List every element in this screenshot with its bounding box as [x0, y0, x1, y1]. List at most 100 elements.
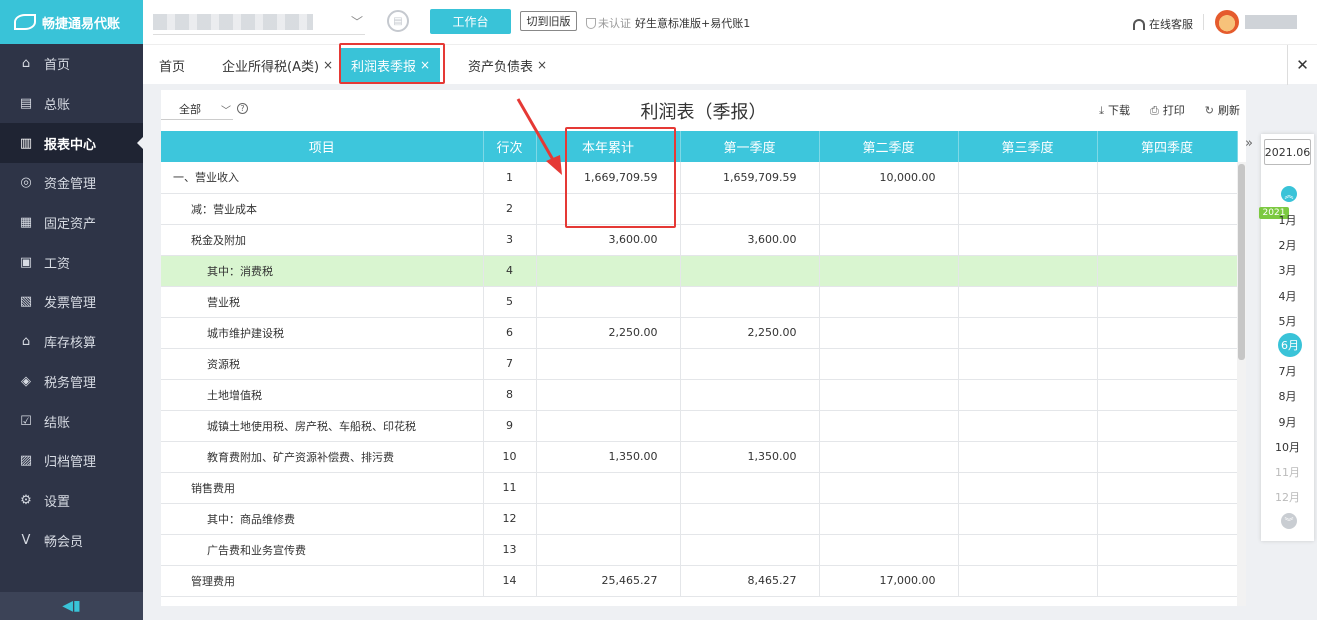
- cell-q1[interactable]: 1,659,709.59: [680, 162, 820, 194]
- cell-q3[interactable]: [958, 162, 1098, 194]
- cell-q4[interactable]: [1097, 534, 1238, 566]
- cell-q2[interactable]: [819, 255, 959, 287]
- user-name[interactable]: [1245, 15, 1297, 29]
- print-button[interactable]: ⎙ 打印: [1150, 102, 1185, 118]
- sidebar-item-5[interactable]: ▣ 工资: [0, 242, 143, 282]
- cell-q4[interactable]: [1097, 441, 1238, 473]
- sidebar-item-7[interactable]: ⌂ 库存核算: [0, 322, 143, 362]
- table-row[interactable]: 营业税 5: [161, 286, 1238, 318]
- online-support-link[interactable]: 在线客服: [1133, 16, 1193, 32]
- cell-q1[interactable]: [680, 255, 820, 287]
- sidebar-item-2[interactable]: ▥ 报表中心: [0, 123, 143, 164]
- cell-q4[interactable]: [1097, 317, 1238, 349]
- cell-q2[interactable]: [819, 379, 959, 411]
- period-select[interactable]: 2021.06: [1264, 139, 1311, 165]
- cell-q4[interactable]: [1097, 286, 1238, 318]
- table-row[interactable]: 其中：商品维修费 12: [161, 503, 1238, 535]
- month-item[interactable]: 3月: [1261, 262, 1314, 278]
- cell-q1[interactable]: [680, 472, 820, 504]
- cell-q3[interactable]: [958, 441, 1098, 473]
- table-row[interactable]: 广告费和业务宣传费 13: [161, 534, 1238, 566]
- month-item[interactable]: 7月: [1261, 363, 1314, 379]
- tab-income-tax[interactable]: 企业所得税(A类) ×: [222, 45, 333, 85]
- cell-q2[interactable]: [819, 317, 959, 349]
- cell-q2[interactable]: [819, 472, 959, 504]
- cell-q3[interactable]: [958, 286, 1098, 318]
- cell-q2[interactable]: [819, 193, 959, 225]
- sidebar-item-10[interactable]: ▨ 归档管理: [0, 441, 143, 481]
- cell-ytd[interactable]: [536, 472, 681, 504]
- cell-q3[interactable]: [958, 317, 1098, 349]
- cell-ytd[interactable]: [536, 348, 681, 380]
- table-row[interactable]: 城镇土地使用税、房产税、车船税、印花税 9: [161, 410, 1238, 442]
- cell-q4[interactable]: [1097, 379, 1238, 411]
- cell-q2[interactable]: [819, 503, 959, 535]
- app-logo[interactable]: 畅捷通易代账: [0, 0, 143, 44]
- switch-old-version-button[interactable]: 切到旧版: [520, 11, 577, 31]
- sidebar-collapse-button[interactable]: ◀▮: [0, 592, 143, 620]
- cell-q3[interactable]: [958, 193, 1098, 225]
- cell-q1[interactable]: 1,350.00: [680, 441, 820, 473]
- cell-q4[interactable]: [1097, 255, 1238, 287]
- cell-q1[interactable]: [680, 379, 820, 411]
- table-row[interactable]: 城市维护建设税 6 2,250.00 2,250.00: [161, 317, 1238, 349]
- cell-q2[interactable]: 17,000.00: [819, 565, 959, 597]
- table-row[interactable]: 税金及附加 3 3,600.00 3,600.00: [161, 224, 1238, 256]
- avatar[interactable]: [1215, 10, 1239, 34]
- close-all-tabs-button[interactable]: ✕: [1287, 45, 1317, 85]
- cell-ytd[interactable]: [536, 379, 681, 411]
- cell-ytd[interactable]: 3,600.00: [536, 224, 681, 256]
- close-icon[interactable]: ×: [323, 58, 333, 72]
- certification-status[interactable]: 未认证: [586, 15, 631, 31]
- table-row[interactable]: 管理费用 14 25,465.27 8,465.27 17,000.00: [161, 565, 1238, 597]
- close-icon[interactable]: ×: [420, 58, 430, 72]
- cell-ytd[interactable]: 25,465.27: [536, 565, 681, 597]
- cell-q4[interactable]: [1097, 565, 1238, 597]
- sidebar-item-3[interactable]: ◎ 资金管理: [0, 163, 143, 203]
- cell-q2[interactable]: [819, 534, 959, 566]
- month-item[interactable]: 8月: [1261, 388, 1314, 404]
- table-row[interactable]: 减：营业成本 2: [161, 193, 1238, 225]
- cell-q4[interactable]: [1097, 224, 1238, 256]
- cell-ytd[interactable]: [536, 286, 681, 318]
- cell-q4[interactable]: [1097, 162, 1238, 194]
- cell-q3[interactable]: [958, 379, 1098, 411]
- tab-home[interactable]: 首页: [159, 45, 185, 85]
- cell-q3[interactable]: [958, 472, 1098, 504]
- calendar-icon[interactable]: ▤: [387, 10, 409, 32]
- cell-q3[interactable]: [958, 503, 1098, 535]
- cell-q1[interactable]: [680, 534, 820, 566]
- table-row[interactable]: 销售费用 11: [161, 472, 1238, 504]
- cell-ytd[interactable]: 1,350.00: [536, 441, 681, 473]
- scrollbar-thumb[interactable]: [1238, 164, 1245, 360]
- cell-q3[interactable]: [958, 410, 1098, 442]
- table-row[interactable]: 土地增值税 8: [161, 379, 1238, 411]
- cell-ytd[interactable]: [536, 503, 681, 535]
- cell-q1[interactable]: [680, 503, 820, 535]
- cell-q2[interactable]: [819, 410, 959, 442]
- sidebar-item-12[interactable]: V 畅会员: [0, 520, 143, 560]
- sidebar-item-6[interactable]: ▧ 发票管理: [0, 282, 143, 322]
- chevron-down-icon[interactable]: ﹀: [351, 13, 363, 30]
- sidebar-item-1[interactable]: ▤ 总账: [0, 84, 143, 124]
- cell-q4[interactable]: [1097, 348, 1238, 380]
- table-row[interactable]: 资源税 7: [161, 348, 1238, 380]
- cell-ytd[interactable]: [536, 534, 681, 566]
- cell-q1[interactable]: 2,250.00: [680, 317, 820, 349]
- cell-q2[interactable]: 10,000.00: [819, 162, 959, 194]
- refresh-button[interactable]: ↻ 刷新: [1205, 102, 1240, 118]
- workbench-button[interactable]: 工作台: [430, 9, 511, 34]
- cell-q1[interactable]: [680, 348, 820, 380]
- cell-q2[interactable]: [819, 286, 959, 318]
- month-item[interactable]: 10月: [1261, 439, 1314, 455]
- cell-q1[interactable]: 8,465.27: [680, 565, 820, 597]
- sidebar-item-4[interactable]: ▦ 固定资产: [0, 203, 143, 243]
- cell-q3[interactable]: [958, 255, 1098, 287]
- cell-q4[interactable]: [1097, 410, 1238, 442]
- table-row[interactable]: 其中：消费税 4: [161, 255, 1238, 287]
- cell-q3[interactable]: [958, 224, 1098, 256]
- cell-q4[interactable]: [1097, 472, 1238, 504]
- cell-ytd[interactable]: [536, 193, 681, 225]
- tab-balance-sheet[interactable]: 资产负债表 ×: [468, 45, 547, 85]
- sidebar-item-11[interactable]: ⚙ 设置: [0, 481, 143, 521]
